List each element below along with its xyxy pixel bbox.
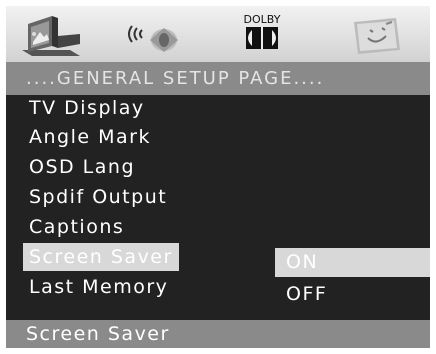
- dolby-icon[interactable]: DOLBY: [226, 10, 298, 58]
- menu-item-angle-mark[interactable]: Angle Mark: [23, 123, 157, 151]
- menu-item-last-memory[interactable]: Last Memory: [23, 273, 174, 301]
- menu-item-captions[interactable]: Captions: [23, 213, 130, 241]
- option-off[interactable]: OFF: [275, 280, 430, 309]
- status-bar: Screen Saver: [6, 320, 430, 348]
- option-on[interactable]: ON: [275, 248, 430, 277]
- general-setup-icon[interactable]: [18, 10, 90, 58]
- menu-item-osd-lang[interactable]: OSD Lang: [23, 153, 141, 181]
- screen: DOLBY ....GENERAL SETUP PAGE.... TV Disp…: [0, 0, 436, 354]
- setup-icon-bar: DOLBY: [6, 6, 430, 62]
- audio-speaker-icon[interactable]: [120, 10, 192, 58]
- osd-frame: DOLBY ....GENERAL SETUP PAGE.... TV Disp…: [6, 6, 430, 348]
- preference-face-icon[interactable]: [340, 10, 412, 58]
- menu-item-screen-saver[interactable]: Screen Saver: [23, 243, 179, 271]
- menu-item-spdif-output[interactable]: Spdif Output: [23, 183, 173, 211]
- menu-item-tv-display[interactable]: TV Display: [23, 94, 151, 122]
- page-title: ....GENERAL SETUP PAGE....: [6, 62, 430, 95]
- dolby-label: DOLBY: [244, 13, 281, 26]
